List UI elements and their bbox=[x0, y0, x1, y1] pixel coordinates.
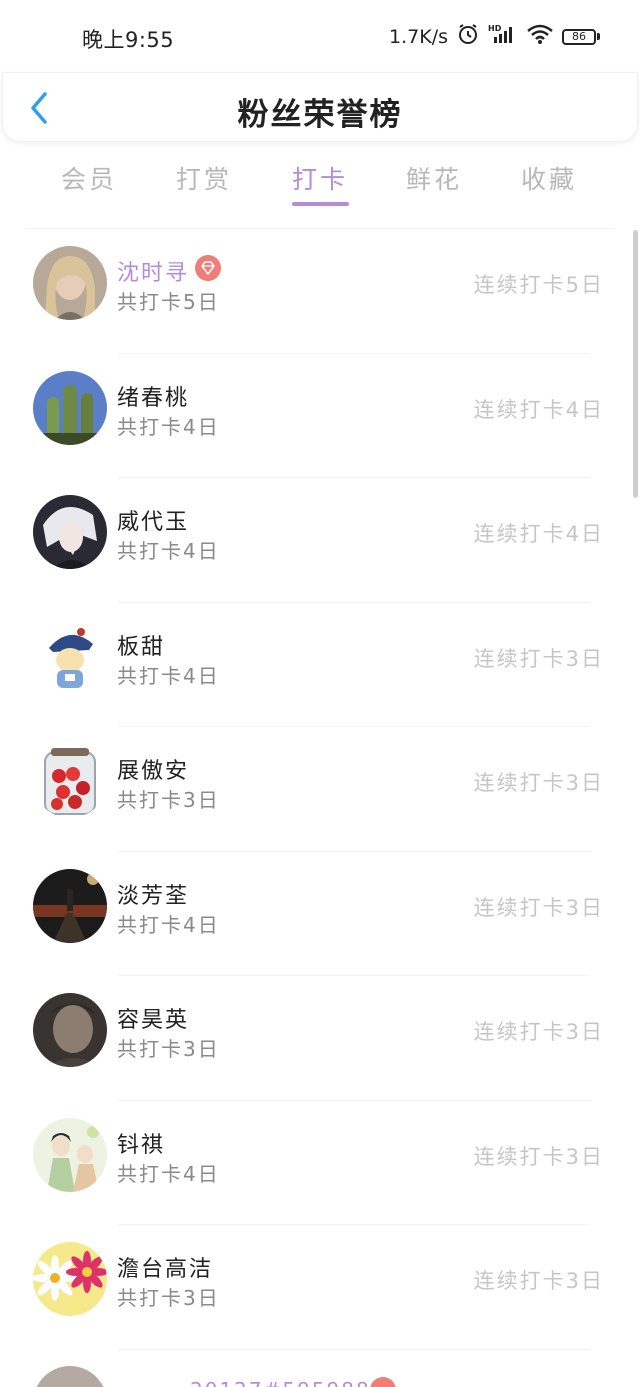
list-item[interactable]: 容昊英 共打卡3日 连续打卡3日 bbox=[0, 976, 640, 1101]
streak-checkin: 连续打卡3日 bbox=[473, 1269, 604, 1293]
net-speed: 1.7K/s bbox=[389, 25, 448, 48]
total-checkin: 共打卡3日 bbox=[117, 788, 220, 812]
streak-checkin: 连续打卡3日 bbox=[473, 771, 604, 795]
page-title: 粉丝荣誉榜 bbox=[237, 97, 403, 133]
hd-signal-icon: HD bbox=[488, 23, 518, 50]
fan-name: 威代玉 bbox=[117, 510, 190, 535]
total-checkin: 共打卡4日 bbox=[117, 663, 220, 688]
fan-name: 板甜 bbox=[117, 634, 166, 660]
tab-checkin[interactable]: 打卡 bbox=[275, 160, 365, 196]
fan-name: 容昊英 bbox=[117, 1008, 190, 1033]
list-item[interactable]: 沈时寻 共打卡5日 连续打卡5日 bbox=[0, 229, 640, 354]
active-tab-indicator bbox=[292, 202, 349, 206]
list-item[interactable]: 展傲安 共打卡3日 连续打卡3日 bbox=[0, 727, 640, 852]
avatar[interactable] bbox=[33, 744, 107, 818]
status-icons: 1.7K/s HD 86 bbox=[389, 22, 600, 51]
scrollbar[interactable] bbox=[633, 230, 638, 498]
divider bbox=[118, 1348, 590, 1350]
fan-name: 绪春桃 bbox=[117, 385, 190, 411]
list-item[interactable]: 淡芳荃 共打卡4日 连续打卡3日 bbox=[0, 852, 640, 976]
partial-avatar[interactable] bbox=[33, 1366, 107, 1387]
fan-name: 展傲安 bbox=[117, 759, 190, 784]
top-nav-bar: 粉丝荣誉榜 bbox=[2, 72, 638, 142]
tab-member[interactable]: 会员 bbox=[44, 160, 134, 196]
fan-name: 淡芳荃 bbox=[117, 883, 190, 909]
tab-reward[interactable]: 打赏 bbox=[159, 160, 249, 196]
battery-icon: 86 bbox=[562, 28, 600, 45]
avatar[interactable] bbox=[33, 1117, 107, 1192]
total-checkin: 共打卡4日 bbox=[117, 539, 220, 563]
avatar[interactable] bbox=[33, 495, 107, 569]
total-checkin: 共打卡4日 bbox=[117, 1161, 220, 1186]
streak-checkin: 连续打卡4日 bbox=[473, 397, 604, 422]
tab-flowers[interactable]: 鲜花 bbox=[389, 160, 479, 196]
fan-name: 澹台高洁 bbox=[117, 1257, 214, 1282]
partial-badge-icon bbox=[370, 1377, 396, 1387]
wifi-icon bbox=[526, 23, 554, 50]
streak-checkin: 连续打卡5日 bbox=[473, 273, 604, 297]
fan-name: 沈时寻 bbox=[117, 261, 190, 286]
avatar[interactable] bbox=[33, 993, 107, 1067]
list-item[interactable]: 威代玉 共打卡4日 连续打卡4日 bbox=[0, 478, 640, 603]
total-checkin: 共打卡3日 bbox=[117, 1037, 220, 1061]
streak-checkin: 连续打卡3日 bbox=[473, 1144, 604, 1169]
list-item[interactable]: 板甜 共打卡4日 连续打卡3日 bbox=[0, 603, 640, 727]
alarm-icon bbox=[456, 22, 480, 51]
total-checkin: 共打卡5日 bbox=[117, 290, 220, 314]
svg-text:HD: HD bbox=[488, 24, 502, 33]
streak-checkin: 连续打卡3日 bbox=[473, 1020, 604, 1044]
diamond-badge-icon bbox=[195, 255, 221, 281]
total-checkin: 共打卡4日 bbox=[117, 414, 220, 439]
avatar[interactable] bbox=[33, 370, 107, 445]
list-item[interactable]: 绪春桃 共打卡4日 连续打卡4日 bbox=[0, 354, 640, 478]
status-bar: 晚上9:55 1.7K/s HD 86 bbox=[0, 0, 640, 72]
partial-fan-name: 20127#595988 bbox=[190, 1378, 371, 1387]
streak-checkin: 连续打卡3日 bbox=[473, 895, 604, 920]
battery-level: 86 bbox=[562, 28, 596, 45]
streak-checkin: 连续打卡3日 bbox=[473, 646, 604, 671]
fan-honor-screen: 晚上9:55 1.7K/s HD 86 粉丝荣誉榜 会员 打赏 打卡 鲜花 收藏… bbox=[0, 0, 640, 1387]
avatar[interactable] bbox=[33, 246, 107, 320]
avatar[interactable] bbox=[33, 1242, 107, 1316]
avatar[interactable] bbox=[33, 868, 107, 943]
total-checkin: 共打卡4日 bbox=[117, 912, 220, 937]
status-time: 晚上9:55 bbox=[82, 28, 175, 52]
tab-favorites[interactable]: 收藏 bbox=[504, 160, 594, 196]
streak-checkin: 连续打卡4日 bbox=[473, 522, 604, 546]
fan-list: 沈时寻 共打卡5日 连续打卡5日 绪春桃 共打卡4日 连续打卡4日 威代玉 共打… bbox=[0, 229, 640, 1350]
total-checkin: 共打卡3日 bbox=[117, 1286, 220, 1310]
list-item[interactable]: 澹台高洁 共打卡3日 连续打卡3日 bbox=[0, 1225, 640, 1350]
fan-name: 钭祺 bbox=[117, 1132, 166, 1158]
avatar[interactable] bbox=[33, 619, 107, 694]
list-item[interactable]: 钭祺 共打卡4日 连续打卡3日 bbox=[0, 1101, 640, 1225]
